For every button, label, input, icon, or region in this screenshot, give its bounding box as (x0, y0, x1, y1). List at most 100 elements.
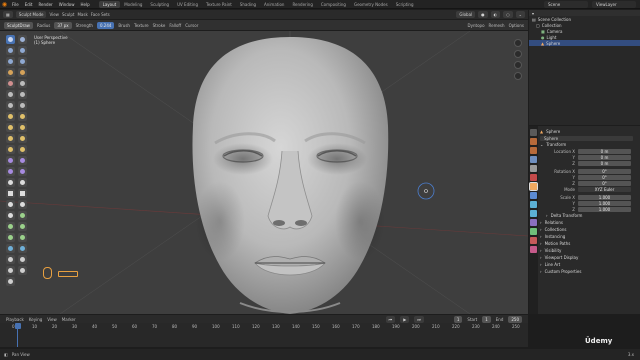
tool-grab-icon[interactable] (18, 112, 27, 121)
tool-transform-icon[interactable] (18, 266, 27, 275)
tab-sculpting[interactable]: Sculpting (146, 1, 173, 8)
tool-box-mask-icon[interactable] (6, 189, 15, 198)
tool-pose-icon[interactable] (18, 134, 27, 143)
material-tab-icon[interactable] (530, 237, 537, 244)
3d-viewport[interactable]: User Perspective (1) Sphere (0, 31, 528, 314)
tab-animation[interactable]: Animation (260, 1, 288, 8)
menu-falloff[interactable]: Falloff (169, 23, 181, 28)
viewport-shading-solid-icon[interactable]: ● (478, 11, 488, 18)
line-art-section[interactable]: › Line Art (540, 261, 639, 268)
menu-cursor[interactable]: Cursor (185, 23, 198, 28)
menu-edit[interactable]: Edit (22, 2, 36, 7)
tool-edit-face-set-icon[interactable] (6, 233, 15, 242)
menu-stroke[interactable]: Stroke (153, 23, 166, 28)
data-tab-icon[interactable] (530, 228, 537, 235)
tab-modeling[interactable]: Modeling (120, 1, 146, 8)
tool-cloth-icon[interactable] (6, 167, 15, 176)
delta-transform-section[interactable]: › Delta Transform (540, 212, 639, 219)
tool-scrape-icon[interactable] (6, 101, 15, 110)
zoom-icon[interactable] (514, 39, 522, 47)
perspective-toggle-icon[interactable] (514, 72, 522, 80)
remesh-toggle[interactable]: Remesh (489, 23, 505, 28)
location-z-field[interactable]: 0 m (578, 160, 631, 166)
constraints-tab-icon[interactable] (530, 219, 537, 226)
tab-geometry-nodes[interactable]: Geometry Nodes (350, 1, 392, 8)
texture-tab-icon[interactable] (530, 246, 537, 253)
collections-section[interactable]: › Collections (540, 226, 639, 233)
tool-draw-icon[interactable] (6, 35, 15, 44)
transform-section[interactable]: ⌄ Transform (540, 141, 639, 148)
menu-brush[interactable]: Brush (118, 23, 130, 28)
tool-layer-icon[interactable] (18, 57, 27, 66)
tool-blob-icon[interactable] (18, 68, 27, 77)
end-frame-field[interactable]: 250 (508, 315, 522, 323)
tool-line-project-icon[interactable] (6, 211, 15, 220)
options-menu[interactable]: Options (509, 23, 524, 28)
tool-nudge-icon[interactable] (6, 145, 15, 154)
tool-tab-icon[interactable] (530, 129, 537, 136)
menu-file[interactable]: File (9, 2, 22, 7)
menu-view[interactable]: View (49, 12, 59, 17)
outliner-sphere[interactable]: ▲ Sphere (529, 40, 640, 46)
timeline-area[interactable]: 0 10 20 30 40 50 60 70 80 90 100 110 120 130 140 150 160… (0, 323, 528, 347)
tool-rotate-icon[interactable] (18, 145, 27, 154)
tool-inflate-icon[interactable] (6, 68, 15, 77)
menu-help[interactable]: Help (77, 2, 92, 7)
tool-snake-hook-icon[interactable] (18, 123, 27, 132)
rotation-z-field[interactable]: 0° (578, 180, 631, 186)
radius-field[interactable]: 37 px (54, 21, 72, 29)
rotation-y-field[interactable]: 0° (578, 174, 631, 180)
menu-face-sets[interactable]: Face Sets (91, 12, 110, 17)
tool-crease-icon[interactable] (6, 79, 15, 88)
brush-selector[interactable]: SculptDraw (4, 21, 33, 29)
viewport-shading-menu-icon[interactable]: ⌄ (515, 11, 525, 18)
tab-compositing[interactable]: Compositing (317, 1, 350, 8)
scale-x-field[interactable]: 1.000 (578, 194, 631, 200)
modifier-tab-icon[interactable] (530, 192, 537, 199)
tool-box-face-set-icon[interactable] (6, 200, 15, 209)
tool-draw-face-sets-icon[interactable] (18, 178, 27, 187)
tool-smear-icon[interactable] (18, 244, 27, 253)
tool-clay-icon[interactable] (6, 46, 15, 55)
tool-box-trim-icon[interactable] (18, 200, 27, 209)
tab-rendering[interactable]: Rendering (288, 1, 316, 8)
playhead[interactable] (15, 323, 21, 329)
current-frame-field[interactable]: 1 (453, 315, 463, 323)
scale-z-field[interactable]: 1.000 (578, 206, 631, 212)
dyntopo-toggle[interactable]: Dyntopo (468, 23, 485, 28)
motion-paths-section[interactable]: › Motion Paths (540, 240, 639, 247)
editor-type-button[interactable]: ▦ (3, 11, 13, 18)
tool-annotate-icon[interactable] (6, 277, 15, 286)
render-tab-icon[interactable] (530, 138, 537, 145)
tool-smooth-icon[interactable] (18, 79, 27, 88)
viewport-display-section[interactable]: › Viewport Display (540, 254, 639, 261)
tool-box-hide-icon[interactable] (18, 189, 27, 198)
instancing-section[interactable]: › Instancing (540, 233, 639, 240)
jump-start-icon[interactable]: ⏮ (385, 315, 396, 323)
blender-logo-icon[interactable]: ◉ (0, 0, 9, 9)
tool-multiplane-scrape-icon[interactable] (18, 101, 27, 110)
tab-texture-paint[interactable]: Texture Paint (202, 1, 236, 8)
tool-rotate-transform-icon[interactable] (18, 255, 27, 264)
view-layer-tab-icon[interactable] (530, 156, 537, 163)
frame-ruler[interactable]: 0 10 20 30 40 50 60 70 80 90 100 110 120 130 140 150 160… (12, 324, 522, 330)
tool-pinch-icon[interactable] (6, 112, 15, 121)
timeline-view-menu[interactable]: View (47, 317, 57, 322)
output-tab-icon[interactable] (530, 147, 537, 154)
tool-elastic-deform-icon[interactable] (6, 123, 15, 132)
menu-render[interactable]: Render (35, 2, 55, 7)
custom-properties-section[interactable]: › Custom Properties (540, 268, 639, 275)
object-tab-icon[interactable] (529, 182, 538, 191)
tab-layout[interactable]: Layout (98, 0, 121, 8)
tool-paint-icon[interactable] (6, 244, 15, 253)
scale-y-field[interactable]: 1.000 (578, 200, 631, 206)
timeline-marker-menu[interactable]: Marker (62, 317, 76, 322)
location-y-field[interactable]: 0 m (578, 154, 631, 160)
object-name-field[interactable]: Sphere (540, 135, 633, 141)
tool-mesh-filter-icon[interactable] (18, 211, 27, 220)
tool-flatten-icon[interactable] (6, 90, 15, 99)
tool-clay-strips-icon[interactable] (18, 46, 27, 55)
timeline-keying-menu[interactable]: Keying (29, 317, 42, 322)
tool-cloth-filter-icon[interactable] (6, 222, 15, 231)
tool-move-icon[interactable] (6, 255, 15, 264)
